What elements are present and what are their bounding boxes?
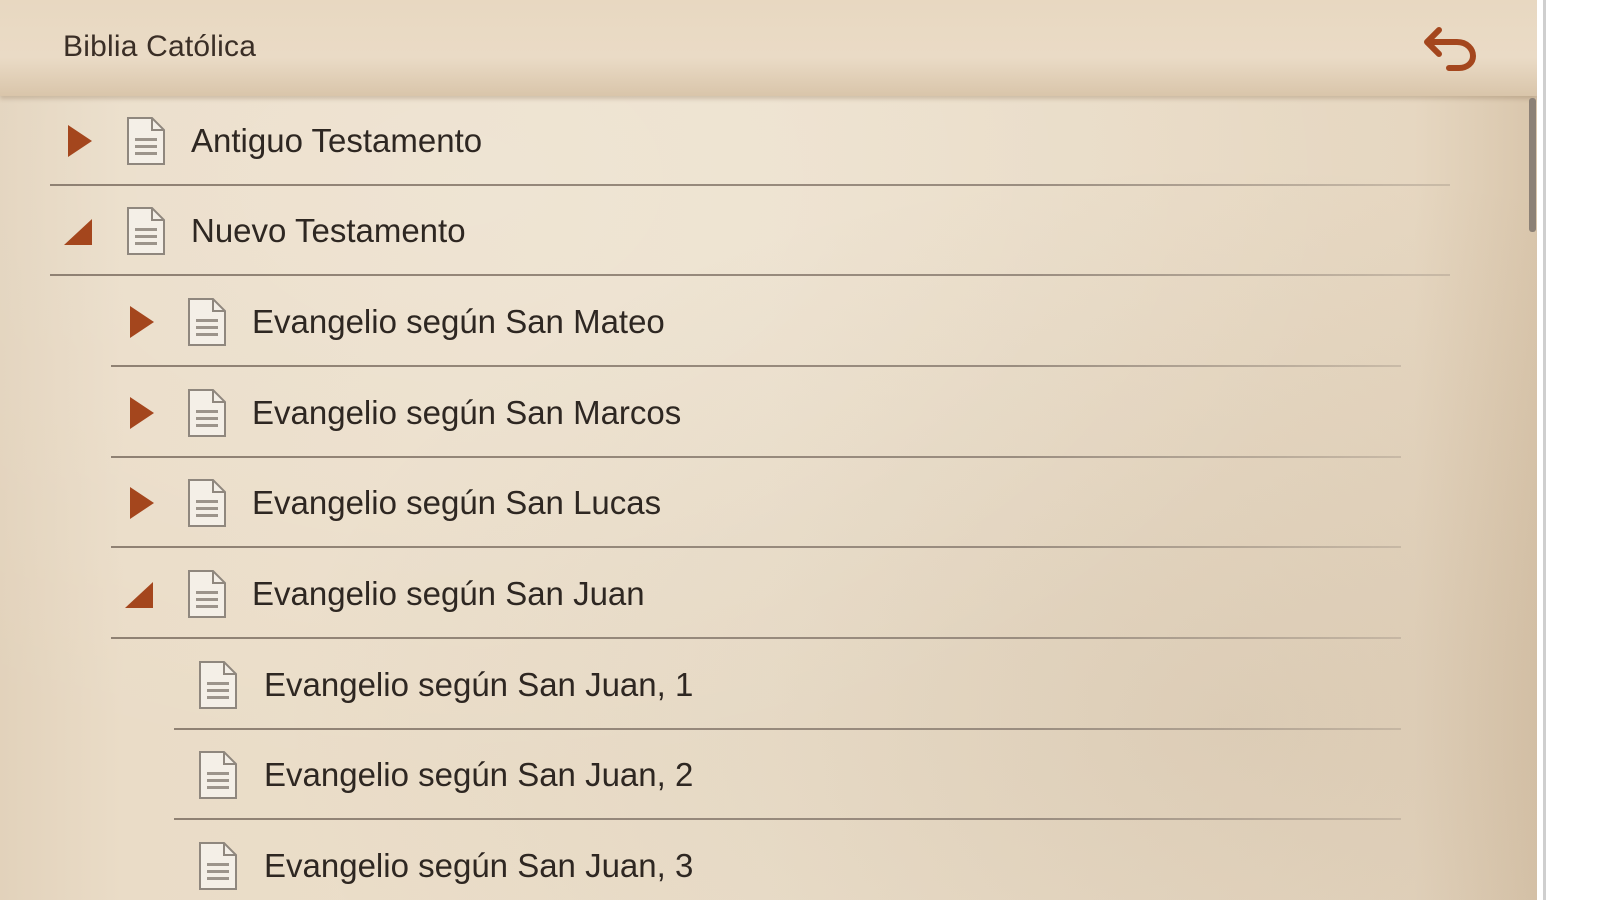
triangle-right-icon[interactable]	[126, 302, 160, 342]
tree-item-label: Evangelio según San Juan	[252, 575, 645, 612]
window-edge	[1537, 0, 1600, 900]
back-button[interactable]	[1419, 22, 1479, 74]
tree-item-san-mateo[interactable]: Evangelio según San Mateo	[111, 277, 1401, 367]
triangle-right-icon[interactable]	[126, 483, 160, 523]
tree-item-san-juan[interactable]: Evangelio según San Juan	[111, 549, 1401, 639]
tree-item-label: Evangelio según San Lucas	[252, 484, 662, 521]
scrollbar-thumb[interactable]	[1529, 98, 1536, 232]
app-title: Biblia Católica	[63, 30, 257, 63]
document-icon	[188, 298, 226, 346]
edge-rule	[1543, 0, 1546, 900]
tree-item-label: Evangelio según San Juan, 3	[264, 847, 694, 884]
tree-item-label: Evangelio según San Mateo	[252, 303, 665, 340]
tree-item-nuevo-testamento[interactable]: Nuevo Testamento	[50, 186, 1450, 276]
tree-item-label: Evangelio según San Juan, 2	[264, 756, 694, 793]
document-icon	[188, 479, 226, 527]
undo-arrow-icon	[1424, 27, 1476, 71]
divider	[111, 546, 1401, 548]
tree-item-label: Evangelio según San Marcos	[252, 394, 682, 431]
tree-item-label: Antiguo Testamento	[191, 122, 483, 159]
book-tree-list: Antiguo Testamento Nuevo Testamento Evan…	[0, 96, 1537, 900]
top-bar: Biblia Católica	[0, 0, 1537, 96]
document-icon	[127, 207, 165, 255]
document-icon	[127, 117, 165, 165]
tree-item-san-juan-3[interactable]: Evangelio según San Juan, 3	[174, 821, 1401, 900]
divider	[174, 818, 1401, 820]
bible-app: Biblia Católica Antiguo Testamento Nuevo…	[0, 0, 1537, 900]
tree-item-san-juan-2[interactable]: Evangelio según San Juan, 2	[174, 730, 1401, 820]
divider	[111, 637, 1401, 639]
tree-item-san-marcos[interactable]: Evangelio según San Marcos	[111, 368, 1401, 458]
tree-item-label: Nuevo Testamento	[191, 212, 466, 249]
tree-item-san-lucas[interactable]: Evangelio según San Lucas	[111, 458, 1401, 548]
document-icon	[199, 842, 237, 890]
divider	[50, 274, 1450, 276]
divider	[111, 365, 1401, 367]
tree-item-san-juan-1[interactable]: Evangelio según San Juan, 1	[174, 640, 1401, 730]
document-icon	[188, 389, 226, 437]
document-icon	[199, 751, 237, 799]
triangle-right-icon[interactable]	[126, 393, 160, 433]
document-icon	[199, 661, 237, 709]
document-icon	[188, 570, 226, 618]
triangle-up-icon[interactable]	[62, 211, 96, 251]
triangle-right-icon[interactable]	[64, 121, 98, 161]
tree-item-antiguo-testamento[interactable]: Antiguo Testamento	[50, 96, 1450, 186]
tree-item-label: Evangelio según San Juan, 1	[264, 666, 694, 703]
triangle-up-icon[interactable]	[123, 574, 157, 614]
